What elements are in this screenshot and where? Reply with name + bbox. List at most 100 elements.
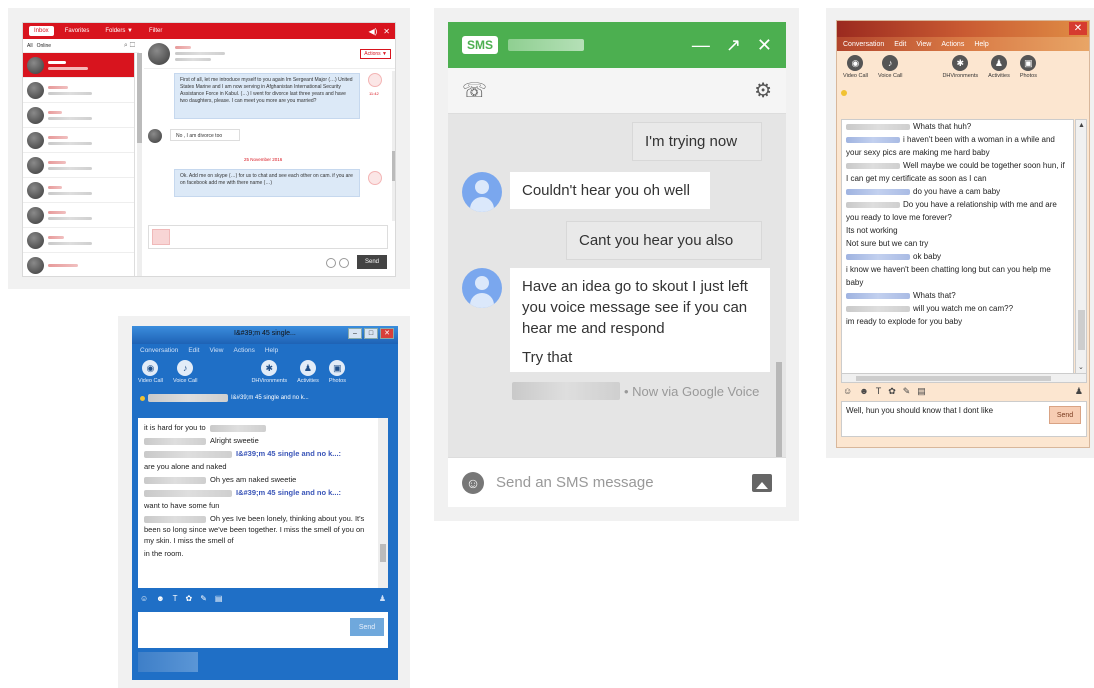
send-button[interactable]: Send — [1049, 406, 1081, 424]
menu-edit[interactable]: Edit — [188, 347, 199, 354]
menu-view[interactable]: View — [210, 347, 224, 354]
menu-actions[interactable]: Actions — [941, 41, 964, 48]
chat-line: Whats that huh? — [846, 120, 1069, 133]
video-call-button[interactable]: ◉ Video Call — [843, 55, 868, 79]
avatar — [27, 206, 44, 224]
contact-row[interactable] — [23, 53, 134, 78]
sender-name: I&#39;m 45 single and no k...: — [236, 449, 342, 458]
online-filter: All Online ⌕ ☐ — [23, 39, 139, 53]
activities-icon: ♟ — [299, 360, 316, 376]
phone-icon[interactable]: ☏ — [462, 78, 487, 103]
filter-online[interactable]: Online — [37, 43, 51, 49]
speaker-icon[interactable]: ◀) — [368, 27, 377, 36]
conversation-scrollbar[interactable] — [378, 418, 388, 588]
chat-line: Oh yes Ive been lonely, thinking about y… — [144, 513, 372, 546]
minimize-icon[interactable]: — — [692, 35, 710, 56]
close-icon[interactable]: ✕ — [383, 27, 390, 36]
photos-button[interactable]: ▣ Photos — [329, 360, 346, 384]
emoji-icons[interactable] — [326, 258, 349, 268]
voice-call-button[interactable]: ♪ Voice Call — [878, 55, 902, 79]
webcam-icon: ◉ — [142, 360, 159, 376]
contact-status: I&#39;m 45 single and no k... — [132, 392, 398, 404]
filter-all[interactable]: All — [27, 43, 33, 49]
contact-list — [23, 53, 135, 276]
photos-button[interactable]: ▣ Photos — [1020, 55, 1037, 79]
background-icon[interactable]: ▤ — [215, 594, 223, 603]
send-button[interactable]: Send — [350, 618, 384, 636]
menu-view[interactable]: View — [916, 41, 931, 48]
dhvironments-button[interactable]: ✱ DHVironments — [251, 360, 287, 384]
chat-line: want to have some fun — [144, 500, 372, 511]
menu-help[interactable]: Help — [265, 347, 278, 354]
wink-icon[interactable]: ☻ — [859, 386, 868, 397]
tab-filter[interactable]: Filter — [144, 26, 167, 36]
tab-inbox[interactable]: Inbox — [29, 26, 54, 36]
smiley-icon[interactable]: ☺ — [462, 471, 484, 494]
contact-row[interactable] — [23, 78, 134, 103]
contacts-icon[interactable]: ♟ — [379, 594, 386, 603]
close-icon[interactable]: ✕ — [380, 328, 394, 339]
photo-icon[interactable] — [152, 229, 170, 245]
image-icon[interactable] — [752, 473, 772, 492]
tab-folders[interactable]: Folders ▼ — [100, 26, 138, 36]
font-icon[interactable]: T — [876, 386, 882, 397]
format-toolbar: ☺ ☻ T ✿ ✎ ▤ — [843, 386, 926, 397]
contact-row[interactable] — [23, 253, 134, 276]
menu-actions[interactable]: Actions — [234, 347, 255, 354]
tab-favorites[interactable]: Favorites — [60, 26, 95, 36]
contact-row[interactable] — [23, 128, 134, 153]
microphone-icon: ♪ — [177, 360, 194, 376]
menu-conversation[interactable]: Conversation — [140, 347, 178, 354]
conversation-scrollbar[interactable]: ▲ ⌄ — [1075, 119, 1087, 374]
dhvironments-button[interactable]: ✱ DHVironments — [942, 55, 978, 79]
avatar — [27, 131, 44, 149]
chat-scrollbar[interactable] — [392, 71, 395, 221]
sms-input[interactable]: Send an SMS message — [496, 474, 654, 491]
scroll-up-icon[interactable]: ▲ — [1078, 122, 1085, 129]
emoticon-icon[interactable]: ☺ — [843, 386, 852, 397]
format-toolbar: ☺ ☻ T ✿ ✎ ▤ — [140, 594, 222, 603]
contact-scrollbar[interactable] — [137, 53, 142, 276]
chat-text: it is hard for you to — [144, 423, 206, 432]
chat-text: Not sure but we can try — [846, 239, 929, 248]
gear-icon[interactable]: ⚙ — [754, 78, 772, 103]
send-button[interactable]: Send — [357, 255, 387, 269]
message-input[interactable] — [148, 225, 388, 249]
redacted-nickname — [846, 162, 900, 169]
font-icon[interactable]: T — [173, 594, 178, 603]
scroll-down-icon[interactable]: ⌄ — [1078, 363, 1084, 371]
activities-button[interactable]: ♟ Activities — [297, 360, 319, 384]
emoticon-icon[interactable]: ☺ — [140, 594, 148, 603]
blue-messenger-window: I&#39;m 45 single... – □ ✕ Conversation Ed… — [132, 326, 398, 680]
contacts-icon[interactable]: ♟ — [1075, 386, 1083, 397]
chat-line: i haven't been with a woman in a while a… — [846, 133, 1069, 159]
dating-inbox-panel: Inbox Favorites Folders ▼ Filter ◀) ✕ All… — [8, 8, 410, 289]
horizontal-scrollbar[interactable] — [841, 373, 1087, 383]
menu-conversation[interactable]: Conversation — [843, 41, 884, 48]
minimize-icon[interactable]: – — [348, 328, 362, 339]
contact-row[interactable] — [23, 103, 134, 128]
contact-row[interactable] — [23, 203, 134, 228]
maximize-icon[interactable]: □ — [364, 328, 378, 339]
nudge-icon[interactable]: ✿ — [888, 386, 896, 397]
voice-call-button[interactable]: ♪ Voice Call — [173, 360, 197, 384]
background-icon[interactable]: ▤ — [917, 386, 926, 397]
attach-icon[interactable]: ✎ — [200, 594, 207, 603]
video-call-button[interactable]: ◉ Video Call — [138, 360, 163, 384]
search-icon[interactable]: ⌕ ☐ — [124, 42, 135, 50]
close-icon[interactable]: ✕ — [757, 35, 772, 56]
contact-row[interactable] — [23, 178, 134, 203]
nudge-icon[interactable]: ✿ — [185, 594, 192, 603]
chat-line: in the room. — [144, 548, 372, 559]
menu-help[interactable]: Help — [974, 41, 988, 48]
wink-icon[interactable]: ☻ — [156, 594, 164, 603]
contact-row[interactable] — [23, 228, 134, 253]
expand-icon[interactable]: ↗ — [726, 35, 741, 56]
actions-button[interactable]: Actions ▼ — [360, 48, 391, 59]
contact-row[interactable] — [23, 153, 134, 178]
sms-scrollbar[interactable] — [776, 362, 782, 457]
menu-edit[interactable]: Edit — [894, 41, 906, 48]
activities-button[interactable]: ♟ Activities — [988, 55, 1010, 79]
attach-icon[interactable]: ✎ — [903, 386, 911, 397]
close-icon[interactable]: ✕ — [1069, 22, 1087, 35]
